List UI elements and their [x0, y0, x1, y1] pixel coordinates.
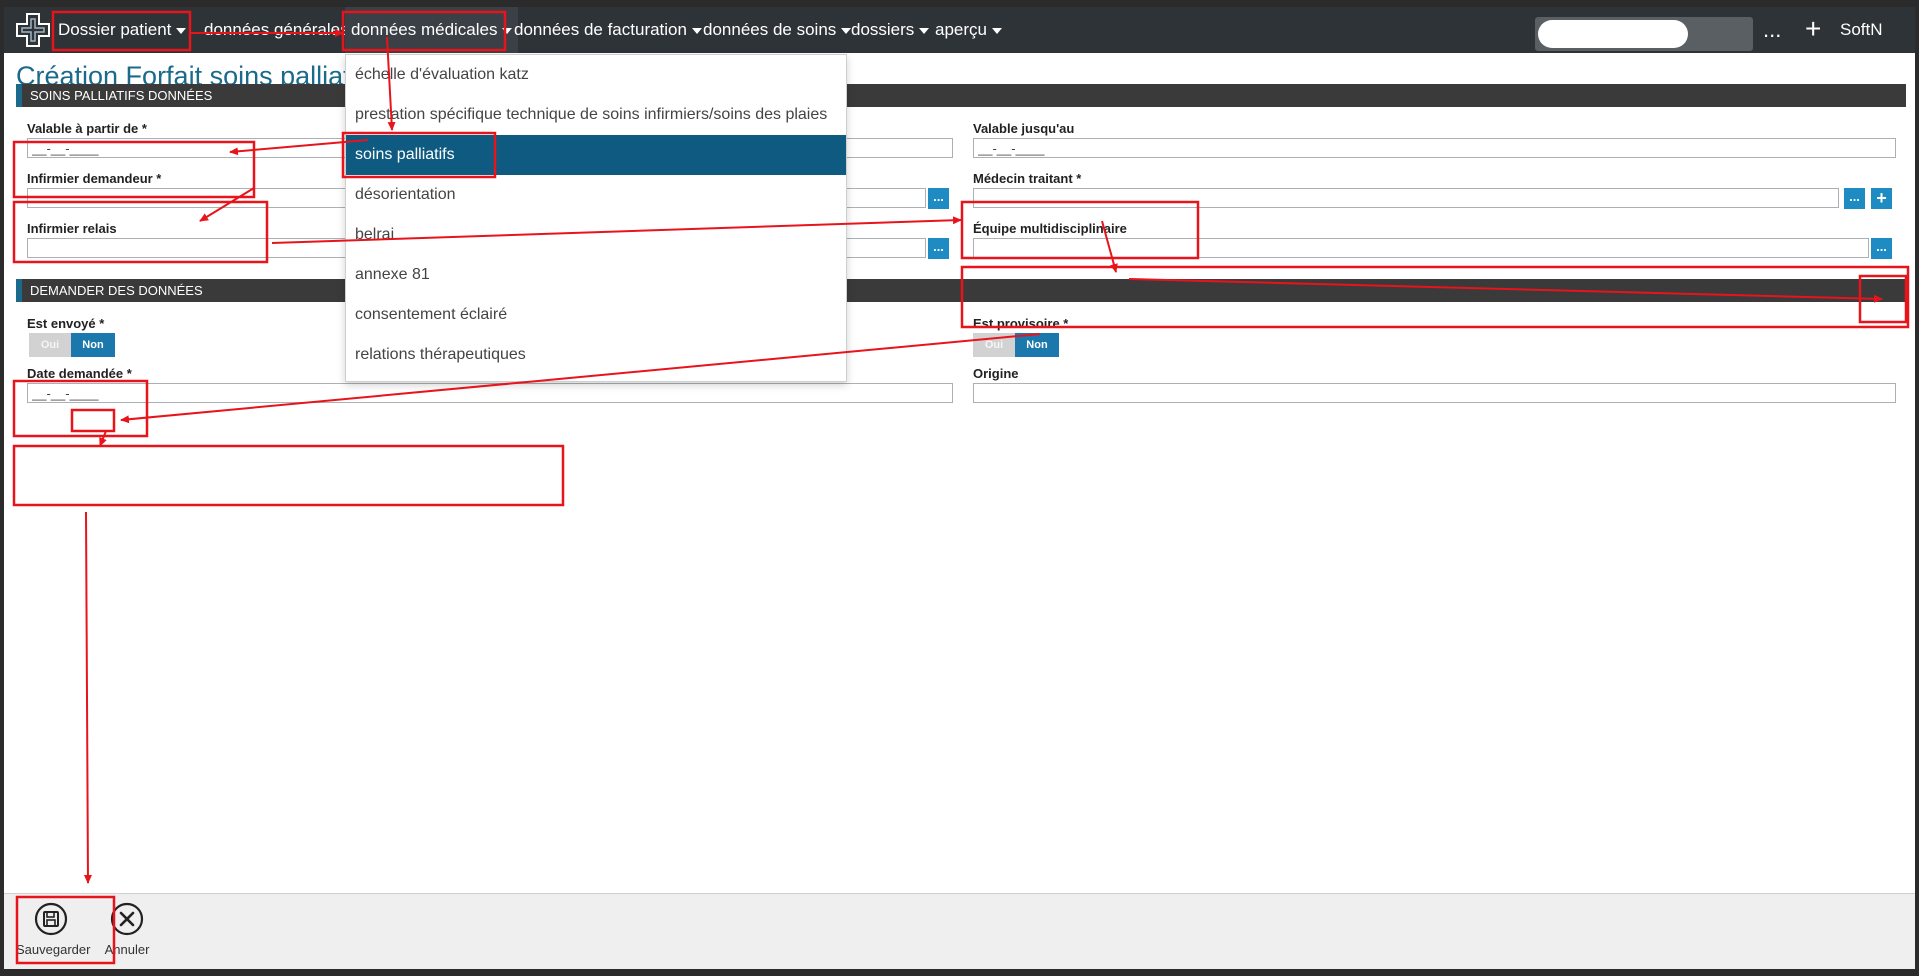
search-input[interactable] — [1538, 20, 1688, 48]
nav-donnees-soins[interactable]: données de soins — [703, 7, 852, 53]
valid-until-input[interactable] — [973, 138, 1896, 158]
valid-from-label: Valable à partir de * — [27, 121, 147, 136]
app-window: Dossier patient données générales donnée… — [4, 7, 1915, 969]
menu-item-consentement-eclaire[interactable]: consentement éclairé — [346, 295, 846, 335]
nav-donnees-medicales-label: données médicales — [351, 20, 498, 39]
section-demander-donnees-header: DEMANDER DES DONNÉES — [16, 279, 1906, 302]
add-button[interactable]: + — [1805, 7, 1821, 53]
team-lookup-button[interactable]: ... — [1871, 238, 1892, 259]
requesting-nurse-lookup-button[interactable]: ... — [928, 188, 949, 209]
origin-label: Origine — [973, 366, 1019, 381]
menu-item-katz[interactable]: échelle d'évaluation katz — [346, 55, 846, 95]
menu-item-desorientation[interactable]: désorientation — [346, 175, 846, 215]
menu-item-annexe-81[interactable]: annexe 81 — [346, 255, 846, 295]
requesting-nurse-label: Infirmier demandeur * — [27, 171, 162, 186]
provisional-no-option[interactable]: Non — [1015, 333, 1059, 357]
treating-doctor-input[interactable] — [973, 188, 1839, 208]
save-button[interactable]: Sauvegarder — [16, 902, 91, 957]
chevron-down-icon — [176, 27, 187, 34]
treating-doctor-lookup-button[interactable]: ... — [1844, 188, 1865, 209]
valid-until-label: Valable jusqu'au — [973, 121, 1075, 136]
requested-date-input[interactable] — [27, 383, 953, 403]
provisional-yes-option[interactable]: Oui — [973, 333, 1015, 357]
chevron-down-icon — [919, 27, 930, 34]
provisional-label: Est provisoire * — [973, 316, 1069, 331]
top-navbar: Dossier patient données générales donnée… — [4, 7, 1915, 53]
chevron-down-icon — [502, 27, 513, 34]
sent-yes-option[interactable]: Oui — [29, 333, 71, 357]
more-button[interactable]: ... — [1763, 7, 1781, 53]
nav-donnees-generales-label: données générales — [204, 20, 349, 39]
user-menu[interactable]: SoftN — [1840, 7, 1883, 53]
nav-donnees-generales[interactable]: données générales — [204, 7, 349, 53]
provisional-toggle[interactable]: Oui Non — [973, 333, 1063, 357]
chevron-down-icon — [991, 27, 1002, 34]
requested-date-label: Date demandée * — [27, 366, 132, 381]
nav-dossier-patient[interactable]: Dossier patient — [52, 7, 192, 53]
nav-donnees-facturation-label: données de facturation — [514, 20, 687, 39]
treating-doctor-label: Médecin traitant * — [973, 171, 1082, 186]
nav-donnees-facturation[interactable]: données de facturation — [514, 7, 702, 53]
app-logo-icon[interactable] — [14, 11, 52, 49]
save-button-label: Sauvegarder — [16, 942, 91, 957]
menu-item-prestation-specifique[interactable]: prestation spécifique technique de soins… — [346, 95, 846, 135]
cancel-button-label: Annuler — [104, 942, 150, 957]
relay-nurse-lookup-button[interactable]: ... — [928, 238, 949, 259]
treating-doctor-add-button[interactable]: + — [1871, 188, 1892, 209]
sent-toggle[interactable]: Oui Non — [29, 333, 119, 357]
nav-dossiers[interactable]: dossiers — [851, 7, 930, 53]
nav-dossiers-label: dossiers — [851, 20, 915, 39]
nav-apercu[interactable]: aperçu — [935, 7, 1002, 53]
chevron-down-icon — [691, 27, 702, 34]
menu-item-relations-therapeutiques[interactable]: relations thérapeutiques — [346, 335, 846, 375]
chevron-down-icon — [841, 27, 852, 34]
cancel-button[interactable]: Annuler — [97, 902, 157, 957]
team-input[interactable] — [973, 238, 1869, 258]
nav-apercu-label: aperçu — [935, 20, 987, 39]
menu-item-belrai[interactable]: belrai — [346, 215, 846, 255]
relay-nurse-label: Infirmier relais — [27, 221, 117, 236]
team-label: Équipe multidisciplinaire — [973, 221, 1127, 236]
close-icon — [110, 902, 144, 936]
sent-label: Est envoyé * — [27, 316, 105, 331]
footer-toolbar: Sauvegarder Annuler — [4, 893, 1915, 969]
nav-donnees-medicales[interactable]: données médicales — [345, 7, 519, 53]
sent-no-option[interactable]: Non — [71, 333, 115, 357]
floppy-disk-icon — [34, 902, 68, 936]
menu-item-soins-palliatifs[interactable]: soins palliatifs — [346, 135, 846, 175]
nav-donnees-soins-label: données de soins — [703, 20, 837, 39]
nav-dossier-patient-label: Dossier patient — [58, 20, 172, 39]
section-soins-palliatifs-header: SOINS PALLIATIFS DONNÉES — [16, 84, 1906, 107]
search-box — [1535, 17, 1753, 51]
origin-input[interactable] — [973, 383, 1896, 403]
medical-data-dropdown: échelle d'évaluation katz prestation spé… — [345, 54, 847, 382]
